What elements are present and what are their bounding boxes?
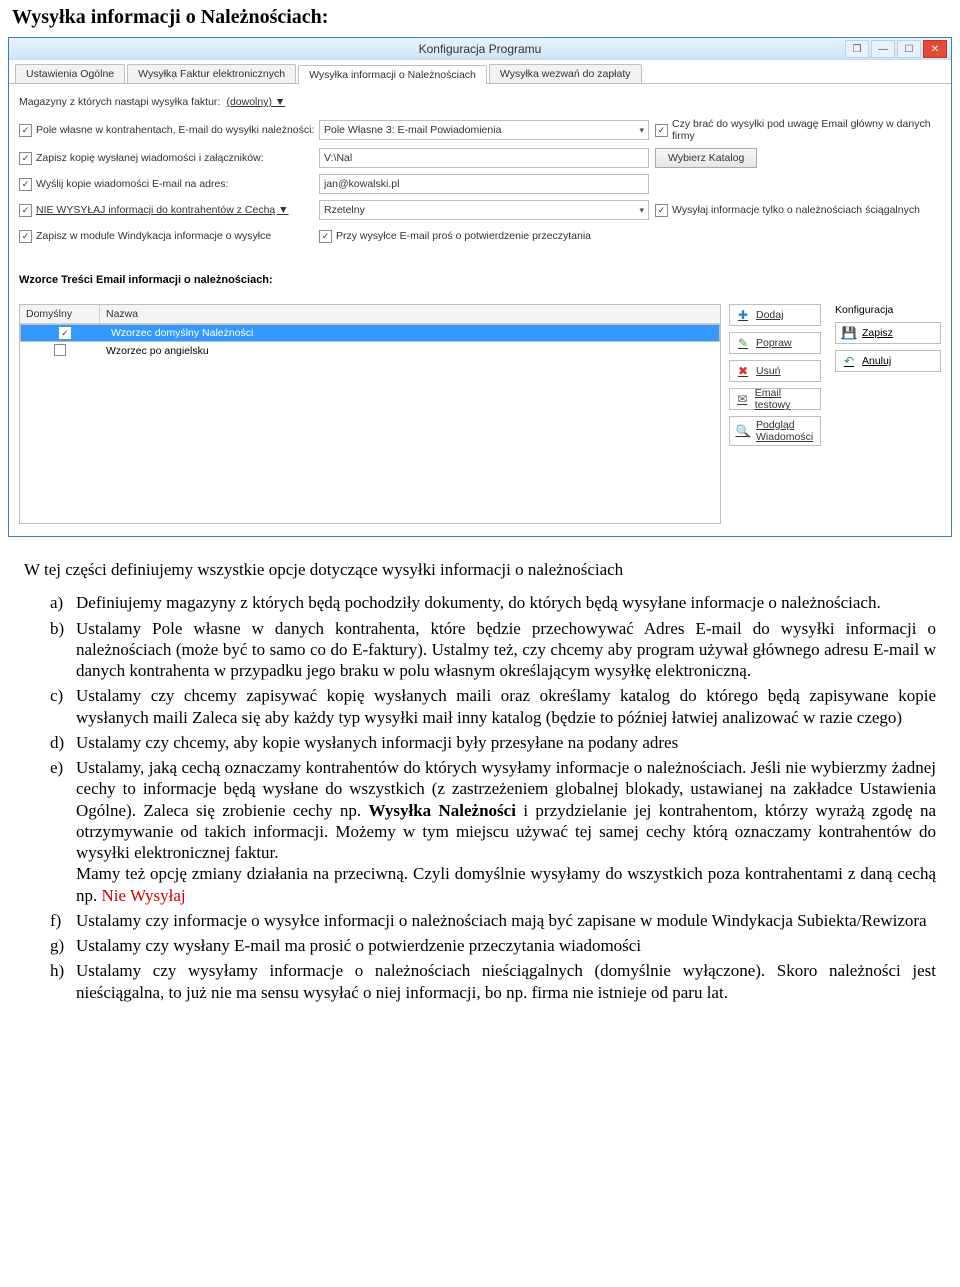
- sel-cecha-value: Rzetelny: [324, 204, 365, 216]
- btn-wybierz-katalog[interactable]: Wybierz Katalog: [655, 148, 757, 168]
- section-wzorce-label: Wzorce Treści Email informacji o należno…: [19, 274, 941, 286]
- row1-label: Wzorzec domyślny Należności: [105, 325, 715, 341]
- list-item-e: e)Ustalamy, jaką cechą oznaczamy kontrah…: [50, 757, 936, 906]
- chk-sciagalne[interactable]: ✓: [655, 204, 668, 217]
- maximize-icon[interactable]: ☐: [897, 40, 921, 58]
- th-nazwa[interactable]: Nazwa: [100, 305, 720, 323]
- save-icon: 💾: [842, 326, 856, 340]
- mail-icon: ✉: [736, 392, 749, 406]
- chk-windykacja[interactable]: ✓: [19, 230, 32, 243]
- chevron-down-icon: ▾: [639, 125, 644, 136]
- list-item-a: a)Definiujemy magazyny z których będą po…: [50, 592, 936, 613]
- inp-katalog[interactable]: [319, 148, 649, 168]
- del-label: Usuń: [756, 365, 781, 377]
- side-panel: Konfiguracja 💾 Zapisz ↶ Anuluj: [821, 304, 941, 524]
- list-item-f: f)Ustalamy czy informacje o wysyłce info…: [50, 910, 936, 931]
- chevron-down-icon: ▾: [639, 205, 644, 216]
- table-row[interactable]: ✓ Wzorzec domyślny Należności: [20, 324, 720, 342]
- magazyny-label: Magazyny z których nastąpi wysyłka faktu…: [19, 96, 220, 108]
- chk-wyslij-kopie[interactable]: ✓: [19, 178, 32, 191]
- pencil-icon: ✎: [736, 336, 750, 350]
- test-email-button[interactable]: ✉ Email testowy: [729, 388, 821, 410]
- tab-ustawienia-ogolne[interactable]: Ustawienia Ogólne: [15, 64, 125, 83]
- titlebar: Konfiguracja Programu ❐ — ☐ ✕: [9, 38, 951, 60]
- lbl-email-glowny: Czy brać do wysyłki pod uwagę Email głów…: [672, 118, 941, 142]
- edit-button[interactable]: ✎ Popraw: [729, 332, 821, 354]
- app-window: Konfiguracja Programu ❐ — ☐ ✕ Ustawienia…: [8, 37, 952, 537]
- edit-label: Popraw: [756, 337, 792, 349]
- lbl-nie-wysylaj[interactable]: NIE WYSYŁAJ informacji do kontrahentów z…: [36, 204, 289, 216]
- restore-icon[interactable]: ❐: [845, 40, 869, 58]
- lbl-windykacja: Zapisz w module Windykacja informacje o …: [36, 230, 271, 242]
- window-title: Konfiguracja Programu: [9, 38, 951, 60]
- page-title: Wysyłka informacji o Należnościach:: [0, 0, 960, 37]
- save-button[interactable]: 💾 Zapisz: [835, 322, 941, 344]
- sel-pole-wlasne-value: Pole Własne 3: E-mail Powiadomienia: [324, 124, 501, 136]
- chk-nie-wysylaj[interactable]: ✓: [19, 204, 32, 217]
- lbl-potwierdzenie: Przy wysyłce E-mail proś o potwierdzenie…: [336, 230, 591, 242]
- list-item-b: b)Ustalamy Pole własne w danych kontrahe…: [50, 618, 936, 682]
- form-panel: Magazyny z których nastąpi wysyłka faktu…: [9, 84, 951, 304]
- minimize-icon[interactable]: —: [871, 40, 895, 58]
- list-item-h: h)Ustalamy czy wysyłamy informacje o nal…: [50, 960, 936, 1003]
- row-chk-icon[interactable]: [54, 344, 66, 356]
- row2-label: Wzorzec po angielsku: [100, 343, 720, 359]
- body-text: W tej części definiujemy wszystkie opcje…: [0, 553, 960, 1031]
- tab-wysylka-naleznosci[interactable]: Wysyłka informacji o Należnościach: [298, 65, 487, 84]
- red-nie-wysylaj: Nie Wysyłaj: [102, 886, 186, 905]
- inp-adres-email[interactable]: [319, 174, 649, 194]
- tab-wysylka-faktur[interactable]: Wysyłka Faktur elektronicznych: [127, 64, 296, 83]
- chk-email-glowny[interactable]: ✓: [655, 124, 668, 137]
- chk-zapisz-kopie[interactable]: ✓: [19, 152, 32, 165]
- lbl-wyslij-kopie: Wyślij kopie wiadomości E-mail na adres:: [36, 178, 228, 190]
- delete-button[interactable]: ✖ Usuń: [729, 360, 821, 382]
- mail-label: Email testowy: [755, 387, 814, 411]
- prev-label: Podgląd Wiadomości: [756, 419, 814, 443]
- lower-panel: Domyślny Nazwa ✓ Wzorzec domyślny Należn…: [9, 304, 951, 536]
- chk-pole-wlasne[interactable]: ✓: [19, 124, 32, 137]
- undo-icon: ↶: [842, 354, 856, 368]
- chk-potwierdzenie[interactable]: ✓: [319, 230, 332, 243]
- add-button[interactable]: ✚ Dodaj: [729, 304, 821, 326]
- wzorce-table: Domyślny Nazwa ✓ Wzorzec domyślny Należn…: [19, 304, 721, 524]
- body-list: a)Definiujemy magazyny z których będą po…: [24, 592, 936, 1003]
- add-label: Dodaj: [756, 309, 783, 321]
- sel-pole-wlasne[interactable]: Pole Własne 3: E-mail Powiadomienia ▾: [319, 120, 649, 140]
- list-item-c: c)Ustalamy czy chcemy zapisywać kopię wy…: [50, 685, 936, 728]
- th-domyslny[interactable]: Domyślny: [20, 305, 100, 323]
- intro-paragraph: W tej części definiujemy wszystkie opcje…: [24, 559, 936, 580]
- magnifier-icon: 🔍: [736, 424, 750, 438]
- magazyny-dropdown[interactable]: (dowolny) ▼: [226, 96, 285, 108]
- lbl-zapisz-kopie: Zapisz kopię wysłanej wiadomości i załąc…: [36, 152, 264, 164]
- sel-cecha[interactable]: Rzetelny ▾: [319, 200, 649, 220]
- table-row[interactable]: Wzorzec po angielsku: [20, 342, 720, 360]
- preview-button[interactable]: 🔍 Podgląd Wiadomości: [729, 416, 821, 446]
- close-icon[interactable]: ✕: [923, 40, 947, 58]
- plus-icon: ✚: [736, 308, 750, 322]
- lbl-sciagalne: Wysyłaj informacje tylko o należnościach…: [672, 204, 920, 216]
- window-buttons: ❐ — ☐ ✕: [845, 40, 947, 58]
- side-label: Konfiguracja: [835, 304, 941, 316]
- cancel-button[interactable]: ↶ Anuluj: [835, 350, 941, 372]
- tabs: Ustawienia Ogólne Wysyłka Faktur elektro…: [9, 60, 951, 84]
- cancel-label: Anuluj: [862, 355, 891, 367]
- list-item-g: g)Ustalamy czy wysłany E-mail ma prosić …: [50, 935, 936, 956]
- table-header: Domyślny Nazwa: [20, 305, 720, 324]
- bold-wysylka: Wysyłka Należności: [368, 801, 515, 820]
- list-item-d: d)Ustalamy czy chcemy, aby kopie wysłany…: [50, 732, 936, 753]
- save-label: Zapisz: [862, 327, 893, 339]
- row-chk-icon[interactable]: ✓: [59, 327, 71, 339]
- tab-wysylka-wezwan[interactable]: Wysyłka wezwań do zapłaty: [489, 64, 642, 83]
- lbl-pole-wlasne: Pole własne w kontrahentach, E-mail do w…: [36, 124, 314, 136]
- list-buttons: ✚ Dodaj ✎ Popraw ✖ Usuń ✉ Email testowy 🔍 Pod…: [721, 304, 821, 524]
- x-icon: ✖: [736, 364, 750, 378]
